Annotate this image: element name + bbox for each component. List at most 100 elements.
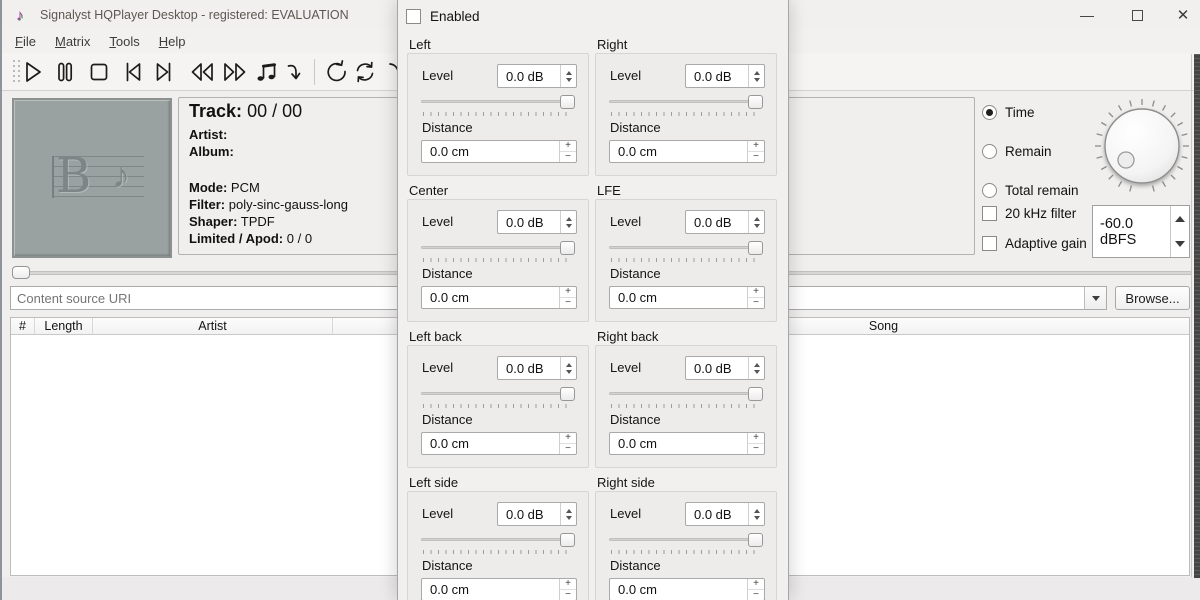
level-slider[interactable] xyxy=(609,386,763,407)
level-spinbox[interactable]: 0.0 dB xyxy=(685,356,765,380)
level-spin-arrows[interactable] xyxy=(748,357,764,379)
distance-spin-buttons[interactable]: + − xyxy=(747,433,764,454)
distance-value[interactable]: 0.0 cm xyxy=(422,579,559,600)
level-slider-handle[interactable] xyxy=(560,95,575,109)
minimize-arrow-icon[interactable] xyxy=(281,58,309,86)
level-value[interactable]: 0.0 dB xyxy=(498,65,560,87)
menu-file[interactable]: File xyxy=(12,32,39,51)
level-value[interactable]: 0.0 dB xyxy=(686,503,748,525)
maximize-button[interactable] xyxy=(1114,0,1160,30)
distance-value[interactable]: 0.0 cm xyxy=(422,141,559,162)
minus-icon[interactable]: − xyxy=(560,298,576,308)
play-icon[interactable] xyxy=(18,58,46,86)
level-value[interactable]: 0.0 dB xyxy=(498,357,560,379)
restart-icon[interactable] xyxy=(321,58,349,86)
distance-spin-buttons[interactable]: + − xyxy=(559,579,576,600)
menu-help[interactable]: Help xyxy=(156,32,189,51)
radio-remain-circle[interactable] xyxy=(982,144,997,159)
browse-button[interactable]: Browse... xyxy=(1115,286,1190,310)
column-artist[interactable]: Artist xyxy=(93,318,333,334)
minus-icon[interactable]: − xyxy=(560,590,576,600)
distance-value[interactable]: 0.0 cm xyxy=(610,287,747,308)
menu-tools[interactable]: Tools xyxy=(106,32,142,51)
minus-icon[interactable]: − xyxy=(748,152,764,162)
level-slider[interactable] xyxy=(609,94,763,115)
level-spinbox[interactable]: 0.0 dB xyxy=(685,64,765,88)
minus-icon[interactable]: − xyxy=(748,298,764,308)
level-spin-arrows[interactable] xyxy=(748,503,764,525)
distance-value[interactable]: 0.0 cm xyxy=(610,141,747,162)
seek-slider-handle[interactable] xyxy=(12,266,30,279)
level-spin-arrows[interactable] xyxy=(560,211,576,233)
distance-spin-buttons[interactable]: + − xyxy=(747,287,764,308)
distance-spinbox[interactable]: 0.0 cm + − xyxy=(609,578,765,600)
level-slider-handle[interactable] xyxy=(748,241,763,255)
close-button[interactable]: ✕ xyxy=(1160,0,1200,30)
distance-spin-buttons[interactable]: + − xyxy=(559,141,576,162)
radio-total-remain-circle[interactable] xyxy=(982,183,997,198)
distance-spin-buttons[interactable]: + − xyxy=(747,141,764,162)
level-value[interactable]: 0.0 dB xyxy=(686,357,748,379)
distance-spinbox[interactable]: 0.0 cm + − xyxy=(609,432,765,455)
level-slider-handle[interactable] xyxy=(748,533,763,547)
distance-value[interactable]: 0.0 cm xyxy=(422,287,559,308)
radio-time-circle[interactable] xyxy=(982,105,997,120)
level-spinbox[interactable]: 0.0 dB xyxy=(497,356,577,380)
previous-track-icon[interactable] xyxy=(118,58,146,86)
repeat-icon[interactable] xyxy=(351,58,379,86)
distance-spin-buttons[interactable]: + − xyxy=(559,433,576,454)
level-slider[interactable] xyxy=(609,532,763,553)
level-spin-arrows[interactable] xyxy=(560,503,576,525)
menu-matrix[interactable]: Matrix xyxy=(52,32,93,51)
checkbox-adaptive-gain-box[interactable] xyxy=(982,236,997,251)
stop-icon[interactable] xyxy=(85,58,113,86)
distance-spinbox[interactable]: 0.0 cm + − xyxy=(609,286,765,309)
checkbox-20khz-filter[interactable]: 20 kHz filter xyxy=(982,206,1076,221)
playlist-note-icon[interactable] xyxy=(251,58,279,86)
distance-spinbox[interactable]: 0.0 cm + − xyxy=(421,432,577,455)
column-number[interactable]: # xyxy=(11,318,35,334)
level-slider-handle[interactable] xyxy=(560,387,575,401)
content-source-dropdown-button[interactable] xyxy=(1084,287,1106,309)
minus-icon[interactable]: − xyxy=(560,444,576,454)
minus-icon[interactable]: − xyxy=(560,152,576,162)
minus-icon[interactable]: − xyxy=(748,590,764,600)
radio-total-remain[interactable]: Total remain xyxy=(982,183,1079,198)
level-spin-arrows[interactable] xyxy=(560,357,576,379)
distance-spinbox[interactable]: 0.0 cm + − xyxy=(421,140,577,163)
level-slider-handle[interactable] xyxy=(560,533,575,547)
volume-dbfs-value[interactable]: -60.0 dBFS xyxy=(1093,206,1170,257)
radio-time[interactable]: Time xyxy=(982,105,1035,120)
volume-dbfs-spinbox[interactable]: -60.0 dBFS xyxy=(1092,205,1190,258)
level-spinbox[interactable]: 0.0 dB xyxy=(497,210,577,234)
checkbox-adaptive-gain[interactable]: Adaptive gain xyxy=(982,236,1087,251)
radio-remain[interactable]: Remain xyxy=(982,144,1052,159)
checkbox-20khz-box[interactable] xyxy=(982,206,997,221)
distance-spin-buttons[interactable]: + − xyxy=(747,579,764,600)
distance-spinbox[interactable]: 0.0 cm + − xyxy=(421,286,577,309)
minimize-button[interactable]: — xyxy=(1064,0,1110,30)
distance-spin-buttons[interactable]: + − xyxy=(559,287,576,308)
level-slider-handle[interactable] xyxy=(748,387,763,401)
level-spin-arrows[interactable] xyxy=(748,65,764,87)
distance-spinbox[interactable]: 0.0 cm + − xyxy=(421,578,577,600)
fast-forward-icon[interactable] xyxy=(221,58,249,86)
volume-up-button[interactable] xyxy=(1171,206,1189,232)
level-spinbox[interactable]: 0.0 dB xyxy=(497,502,577,526)
level-value[interactable]: 0.0 dB xyxy=(498,503,560,525)
level-slider[interactable] xyxy=(421,94,575,115)
distance-value[interactable]: 0.0 cm xyxy=(610,433,747,454)
next-track-icon[interactable] xyxy=(151,58,179,86)
level-slider[interactable] xyxy=(421,240,575,261)
level-slider-handle[interactable] xyxy=(748,95,763,109)
level-spin-arrows[interactable] xyxy=(560,65,576,87)
level-spinbox[interactable]: 0.0 dB xyxy=(685,210,765,234)
level-slider-handle[interactable] xyxy=(560,241,575,255)
minus-icon[interactable]: − xyxy=(748,444,764,454)
level-slider[interactable] xyxy=(421,386,575,407)
distance-spinbox[interactable]: 0.0 cm + − xyxy=(609,140,765,163)
distance-value[interactable]: 0.0 cm xyxy=(422,433,559,454)
volume-knob[interactable] xyxy=(1092,97,1192,197)
rewind-icon[interactable] xyxy=(188,58,216,86)
level-slider[interactable] xyxy=(609,240,763,261)
